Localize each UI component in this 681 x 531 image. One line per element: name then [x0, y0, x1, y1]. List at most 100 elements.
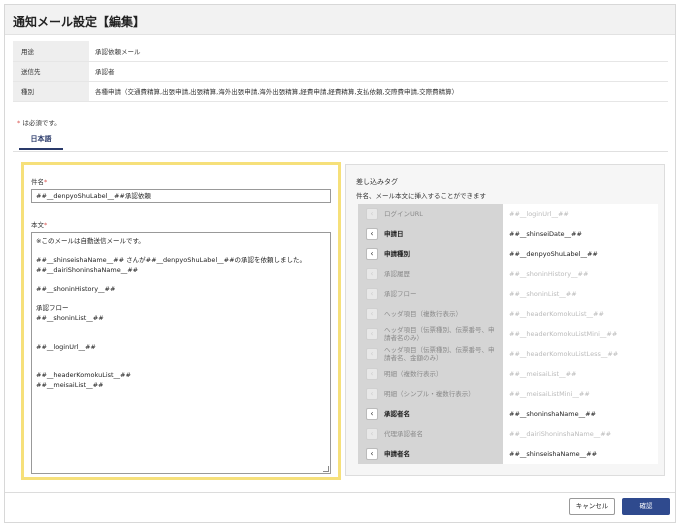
- tag-table: ‹ ログインURL ##__loginUrl__## ‹ 申請日 ##__shinseiD…: [358, 204, 658, 464]
- tag-row: ‹ ヘッダ項目（伝票種別、伝票番号、申請者名のみ） ##__headerKomoku…: [358, 324, 658, 344]
- insert-tag-button: ‹: [366, 308, 378, 320]
- required-note-text: は必須です。: [22, 119, 61, 127]
- info-label: 種別: [13, 81, 89, 102]
- info-row-recipient: 送信先 承認者: [13, 61, 668, 82]
- confirm-button[interactable]: 確認: [622, 498, 670, 515]
- tab-japanese[interactable]: 日本語: [19, 134, 63, 150]
- tag-label-text: ログインURL: [384, 210, 423, 218]
- tag-label: ヘッダ項目（伝票種別、伝票番号、申請者名のみ）: [384, 324, 500, 344]
- subject-input[interactable]: ##__denpyoShuLabel__##承認依頼: [31, 189, 331, 203]
- tag-row: ‹ 承認者名 ##__shoninshaName__##: [358, 404, 658, 424]
- tag-row: ‹ 申請者名 ##__shinseishaName__##: [358, 444, 658, 464]
- body-text: ※このメールは自動送信メールです。 ##__shinseishaName__##…: [36, 237, 307, 389]
- tag-row: ‹ 承認履歴 ##__shoninHistory__##: [358, 264, 658, 284]
- tag-name-cell: ‹ 代理承認者名: [358, 424, 503, 444]
- insert-tag-button[interactable]: ‹: [366, 408, 378, 420]
- tag-row: ‹ 申請日 ##__shinseiDate__##: [358, 224, 658, 244]
- tag-name-cell: ‹ 承認者名: [358, 404, 503, 424]
- body-textarea[interactable]: ※このメールは自動送信メールです。 ##__shinseishaName__##…: [31, 232, 331, 474]
- mail-edit-panel: 件名* ##__denpyoShuLabel__##承認依頼 本文 * ※このメー…: [21, 162, 341, 480]
- tag-label-text: 申請日: [384, 230, 404, 238]
- title-bar: 通知メール設定【編集】: [5, 5, 675, 35]
- tag-name-cell: ‹ ログインURL: [358, 204, 503, 224]
- info-value: 各種申請（交通費精算,出張申請,出張精算,海外出張申請,海外出張精算,経費申請,…: [89, 81, 668, 102]
- tag-name-cell: ‹ ヘッダ項目（伝票種別、伝票番号、申請者名のみ）: [358, 324, 503, 344]
- tab-divider: [13, 151, 668, 152]
- insert-tag-button: ‹: [366, 288, 378, 300]
- tag-name-cell: ‹ ヘッダ項目（複数行表示）: [358, 304, 503, 324]
- info-label: 用途: [13, 41, 89, 62]
- tag-label: 承認フロー: [384, 284, 500, 304]
- tag-label-text: 代理承認者名: [384, 430, 423, 438]
- tag-label-text: 申請者名: [384, 450, 410, 458]
- tag-name-cell: ‹ 申請種別: [358, 244, 503, 264]
- insert-tag-button: ‹: [366, 348, 378, 360]
- tag-value: ##__loginUrl__##: [503, 204, 658, 224]
- insert-tag-panel: 差し込みタグ 件名、メール本文に挿入することができます ‹ ログインURL ##__…: [345, 164, 665, 476]
- insert-tag-button: ‹: [366, 368, 378, 380]
- tag-label: 代理承認者名: [384, 424, 500, 444]
- tag-label: 申請種別: [384, 244, 500, 264]
- tag-panel-title: 差し込みタグ: [356, 178, 398, 186]
- tag-row: ‹ ヘッダ項目（伝票種別、伝票番号、申請者名、金額のみ） ##__headerKom…: [358, 344, 658, 364]
- body-label-text: 本文: [31, 221, 44, 229]
- required-mark: *: [44, 178, 48, 186]
- tag-value: ##__dairiShoninshaName__##: [503, 424, 658, 444]
- insert-tag-button[interactable]: ‹: [366, 248, 378, 260]
- tag-label: ヘッダ項目（複数行表示）: [384, 304, 500, 324]
- tag-name-cell: ‹ 承認履歴: [358, 264, 503, 284]
- info-value: 承認者: [89, 61, 668, 82]
- tag-label-text: 明細（複数行表示）: [384, 370, 443, 378]
- insert-tag-button[interactable]: ‹: [366, 228, 378, 240]
- tag-value: ##__headerKomokuListLess__##: [503, 344, 658, 364]
- insert-tag-button: ‹: [366, 328, 378, 340]
- insert-tag-button[interactable]: ‹: [366, 448, 378, 460]
- tag-name-cell: ‹ 承認フロー: [358, 284, 503, 304]
- insert-tag-button: ‹: [366, 268, 378, 280]
- tag-label: 申請者名: [384, 444, 500, 464]
- tag-value: ##__shinseishaName__##: [503, 444, 658, 464]
- info-row-type: 種別 各種申請（交通費精算,出張申請,出張精算,海外出張申請,海外出張精算,経費…: [13, 81, 668, 102]
- tag-name-cell: ‹ 申請者名: [358, 444, 503, 464]
- tag-row: ‹ 承認フロー ##__shoninList__##: [358, 284, 658, 304]
- tag-label-text: 承認者名: [384, 410, 410, 418]
- tag-label: ヘッダ項目（伝票種別、伝票番号、申請者名、金額のみ）: [384, 344, 500, 364]
- page-title: 通知メール設定【編集】: [13, 15, 146, 29]
- info-label: 送信先: [13, 61, 89, 82]
- insert-tag-button: ‹: [366, 428, 378, 440]
- tag-value: ##__headerKomokuList__##: [503, 304, 658, 324]
- tag-value: ##__meisaiList__##: [503, 364, 658, 384]
- tag-row: ‹ ログインURL ##__loginUrl__##: [358, 204, 658, 224]
- tag-label: 申請日: [384, 224, 500, 244]
- tag-label-text: 承認フロー: [384, 290, 417, 298]
- tag-label: ログインURL: [384, 204, 500, 224]
- tag-label: 明細（複数行表示）: [384, 364, 500, 384]
- tag-row: ‹ ヘッダ項目（複数行表示） ##__headerKomokuList__##: [358, 304, 658, 324]
- tag-value: ##__shoninshaName__##: [503, 404, 658, 424]
- tag-name-cell: ‹ ヘッダ項目（伝票種別、伝票番号、申請者名、金額のみ）: [358, 344, 503, 364]
- tag-row: ‹ 明細（シンプル・複数行表示） ##__meisaiListMini__##: [358, 384, 658, 404]
- subject-label: 件名*: [31, 176, 47, 186]
- tag-row: ‹ 申請種別 ##__denpyoShuLabel__##: [358, 244, 658, 264]
- tag-value: ##__denpyoShuLabel__##: [503, 244, 658, 264]
- tag-label: 承認者名: [384, 404, 500, 424]
- resize-handle[interactable]: [323, 466, 329, 472]
- tag-name-cell: ‹ 明細（複数行表示）: [358, 364, 503, 384]
- cancel-button[interactable]: キャンセル: [569, 498, 615, 515]
- insert-tag-button: ‹: [366, 388, 378, 400]
- tag-row: ‹ 明細（複数行表示） ##__meisaiList__##: [358, 364, 658, 384]
- tag-value: ##__shoninList__##: [503, 284, 658, 304]
- tag-label: 承認履歴: [384, 264, 500, 284]
- tag-value: ##__shoninHistory__##: [503, 264, 658, 284]
- required-mark: *: [17, 119, 21, 127]
- tag-row: ‹ 代理承認者名 ##__dairiShoninshaName__##: [358, 424, 658, 444]
- tag-label-text: ヘッダ項目（伝票種別、伝票番号、申請者名のみ）: [384, 326, 495, 342]
- tag-label-text: 承認履歴: [384, 270, 410, 278]
- required-note: * は必須です。: [17, 117, 61, 127]
- info-row-purpose: 用途 承認依頼メール: [13, 41, 668, 62]
- tag-label-text: ヘッダ項目（複数行表示）: [384, 310, 462, 318]
- tag-value: ##__headerKomokuListMini__##: [503, 324, 658, 344]
- tag-label-text: 明細（シンプル・複数行表示）: [384, 390, 475, 398]
- tag-value: ##__meisaiListMini__##: [503, 384, 658, 404]
- tag-value: ##__shinseiDate__##: [503, 224, 658, 244]
